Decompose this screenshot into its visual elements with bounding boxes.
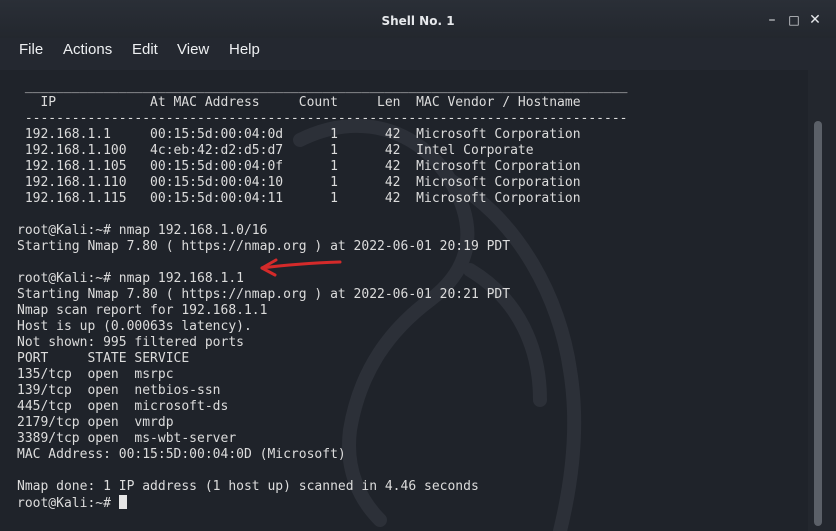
terminal-line: 139/tcp open netbios-ssn: [17, 383, 221, 398]
text-cursor: [118, 495, 127, 509]
terminal-line: ________________________________________…: [17, 79, 628, 94]
menu-edit[interactable]: Edit: [132, 41, 158, 58]
menu-file[interactable]: File: [19, 41, 43, 58]
terminal-line: 192.168.1.105 00:15:5d:00:04:0f 1 42 Mic…: [17, 159, 581, 174]
terminal-line: 192.168.1.100 4c:eb:42:d2:d5:d7 1 42 Int…: [17, 143, 534, 158]
terminal-line: Not shown: 995 filtered ports: [17, 335, 244, 350]
terminal-line: 192.168.1.110 00:15:5d:00:04:10 1 42 Mic…: [17, 175, 581, 190]
scrollbar-thumb[interactable]: [814, 121, 822, 526]
menu-view[interactable]: View: [177, 41, 209, 58]
menu-bar: File Actions Edit View Help: [0, 38, 836, 68]
terminal-line: 135/tcp open msrpc: [17, 367, 174, 382]
terminal-line: Nmap done: 1 IP address (1 host up) scan…: [17, 479, 479, 494]
scrollbar-track[interactable]: [808, 70, 836, 531]
terminal-line: 192.168.1.115 00:15:5d:00:04:11 1 42 Mic…: [17, 191, 581, 206]
window-title: Shell No. 1: [381, 14, 455, 28]
menu-help[interactable]: Help: [229, 41, 260, 58]
terminal-area[interactable]: ________________________________________…: [0, 70, 808, 531]
terminal-line: 2179/tcp open vmrdp: [17, 415, 174, 430]
terminal-line: root@Kali:~# nmap 192.168.1.0/16: [17, 223, 268, 238]
terminal-window: Shell No. 1 – □ ✕ File Actions Edit View…: [0, 0, 836, 531]
terminal-line: 192.168.1.1 00:15:5d:00:04:0d 1 42 Micro…: [17, 127, 581, 142]
terminal-line: MAC Address: 00:15:5D:00:04:0D (Microsof…: [17, 447, 346, 462]
terminal-line: 445/tcp open microsoft-ds: [17, 399, 229, 414]
close-icon[interactable]: ✕: [806, 11, 824, 29]
terminal-line: PORT STATE SERVICE: [17, 351, 190, 366]
terminal-line: root@Kali:~# nmap 192.168.1.1: [17, 271, 244, 286]
terminal-line: Nmap scan report for 192.168.1.1: [17, 303, 268, 318]
maximize-icon[interactable]: □: [785, 11, 803, 29]
terminal-line: ----------------------------------------…: [17, 111, 628, 126]
terminal-output: ________________________________________…: [17, 79, 627, 511]
terminal-line: IP At MAC Address Count Len MAC Vendor /…: [17, 95, 581, 110]
terminal-line: Starting Nmap 7.80 ( https://nmap.org ) …: [17, 239, 511, 254]
terminal-line: Starting Nmap 7.80 ( https://nmap.org ) …: [17, 287, 511, 302]
terminal-line: root@Kali:~#: [17, 495, 627, 511]
terminal-line: Host is up (0.00063s latency).: [17, 319, 252, 334]
minimize-icon[interactable]: –: [763, 11, 781, 29]
title-bar[interactable]: Shell No. 1 – □ ✕: [0, 0, 836, 39]
terminal-line: 3389/tcp open ms-wbt-server: [17, 431, 237, 446]
menu-actions[interactable]: Actions: [63, 41, 112, 58]
